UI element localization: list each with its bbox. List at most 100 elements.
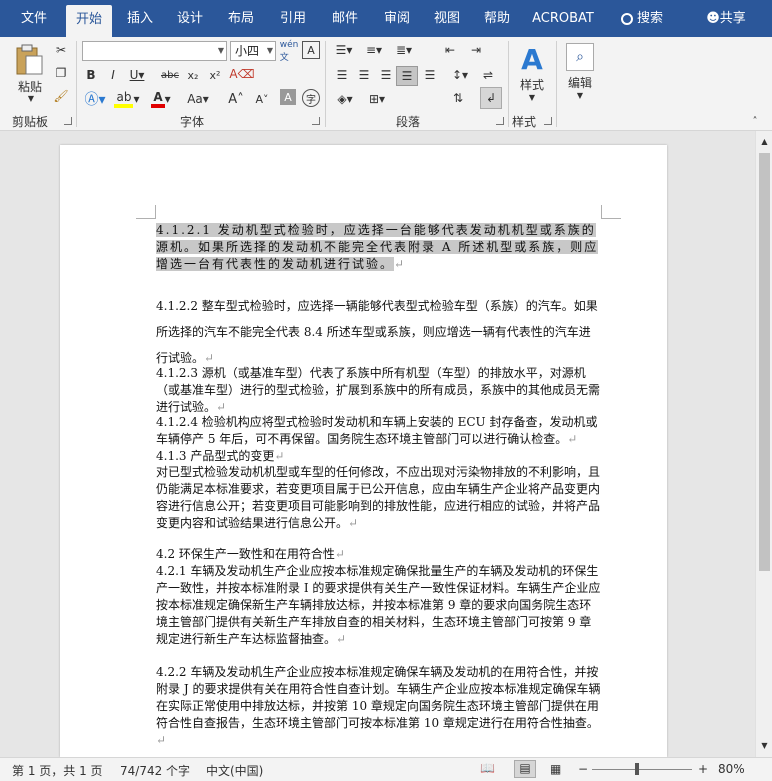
italic-icon[interactable]: I [104,66,122,84]
align-left-icon[interactable]: ☰ [332,66,352,84]
character-shading-icon[interactable]: A [280,89,296,105]
strikethrough-icon[interactable]: abc [158,66,182,84]
paragraph-4-1-2-3[interactable]: 4.1.2.3 源机（或基准车型）代表了系族中所有机型（车型）的排放水平，对源机… [156,365,601,416]
align-center-icon[interactable]: ☰ [354,66,374,84]
align-right-icon[interactable]: ☰ [376,66,396,84]
paste-dropdown-icon[interactable]: ▼ [26,94,36,103]
language-indicator[interactable]: 中文(中国) [206,762,263,779]
heading-4-2[interactable]: 4.2 环保生产一致性和在用符合性↵ [156,546,601,563]
cut-icon[interactable]: ✂ [52,41,70,59]
tab-insert[interactable]: 插入 [118,0,162,37]
sort-icon[interactable]: ⇅ [448,89,468,107]
font-name-combo[interactable]: ▼ [82,41,227,61]
styles-icon[interactable]: A [516,43,548,76]
shrink-font-icon[interactable]: A˅ [252,89,272,109]
tab-help[interactable]: 帮助 [474,0,520,37]
tab-references[interactable]: 引用 [270,0,316,37]
enclose-characters-icon[interactable]: 字 [302,89,320,107]
paragraph-4-1-2-1[interactable]: 4.1.2.1 发动机型式检验时，应选择一台能够代表发动机机型或系族的源机。如果… [156,222,601,273]
editing-label[interactable]: 编辑 [564,75,596,90]
copy-icon[interactable]: ❐ [52,64,70,82]
paragraph-launcher-icon[interactable] [496,117,504,125]
tab-layout[interactable]: 布局 [218,0,264,37]
paragraph-4-1-2-4[interactable]: 4.1.2.4 检验机构应将型式检验时发动机和车辆上安装的 ECU 封存备查，发… [156,414,601,448]
search-icon [620,12,633,25]
paste-button[interactable] [12,43,46,77]
character-border-icon[interactable]: A [302,41,320,59]
distributed-icon[interactable]: ☰ [420,66,440,84]
print-layout-icon[interactable]: ▤ [514,760,536,778]
numbering-icon[interactable]: ≡▾ [362,41,386,59]
paragraph-mark: ↵ [336,632,347,646]
tab-review[interactable]: 审阅 [374,0,420,37]
paragraph-4-1-2-2[interactable]: 4.1.2.2 整车型式检验时，应选择一辆能够代表型式检验车型（系族）的汽车。如… [156,293,601,371]
scroll-down-icon[interactable]: ▼ [759,739,770,751]
styles-launcher-icon[interactable] [544,117,552,125]
editing-dropdown-icon[interactable]: ▼ [575,91,585,100]
vertical-scrollbar[interactable]: ▲ ▼ [755,131,772,757]
web-layout-icon[interactable]: ▦ [550,762,561,776]
paragraph-text: 4.1.2.4 检验机构应将型式检验时发动机和车辆上安装的 ECU 封存备查，发… [156,415,598,446]
word-count[interactable]: 74/742 个字 [120,762,190,779]
status-bar: 第 1 页，共 1 页 74/742 个字 中文(中国) 📖 ▤ ▦ − + 8… [0,757,772,781]
format-painter-icon[interactable]: 🖌 [52,87,70,105]
superscript-icon[interactable]: x² [206,66,224,84]
zoom-out-icon[interactable]: − [578,762,588,776]
zoom-in-icon[interactable]: + [698,762,708,776]
zoom-level[interactable]: 80% [718,762,745,776]
group-separator [508,41,509,127]
paragraph-mark: ↵ [567,432,578,446]
crop-mark [601,205,621,219]
phonetic-guide-icon[interactable]: wén 文 [280,40,299,63]
increase-indent-icon[interactable]: ⇥ [466,41,486,59]
change-case-icon[interactable]: Aa▾ [184,89,212,109]
tab-view[interactable]: 视图 [424,0,470,37]
highlight-color-button[interactable]: ab ▾ [114,89,140,109]
page-count[interactable]: 第 1 页，共 1 页 [12,762,103,779]
grow-font-icon[interactable]: A˄ [226,89,246,109]
tell-me-search[interactable]: 搜索 [614,0,670,37]
clear-formatting-icon[interactable]: A⌫ [229,65,254,83]
paragraph-4-2-2[interactable]: 4.2.2 车辆及发动机生产企业应按本标准规定确保车辆及发动机的在用符合性，并按… [156,664,601,749]
paragraph-text: 4.1.2.2 整车型式检验时，应选择一辆能够代表型式检验车型（系族）的汽车。如… [156,299,598,365]
chinese-layout-icon[interactable]: ⇌ [478,66,498,84]
styles-dropdown-icon[interactable]: ▼ [527,93,537,102]
person-icon: ☻ [706,11,720,26]
decrease-indent-icon[interactable]: ⇤ [440,41,460,59]
multilevel-list-icon[interactable]: ≣▾ [392,41,416,59]
font-launcher-icon[interactable] [312,117,320,125]
bold-icon[interactable]: B [82,66,100,84]
tab-acrobat[interactable]: ACROBAT [528,0,598,37]
subscript-icon[interactable]: x₂ [184,66,202,84]
share-button[interactable]: ☻共享 [700,0,752,37]
tab-design[interactable]: 设计 [168,0,212,37]
font-group-label: 字体 [180,115,205,129]
zoom-slider[interactable] [592,763,692,775]
clipboard-launcher-icon[interactable] [64,117,72,125]
underline-icon[interactable]: U▾ [126,66,148,84]
tab-home[interactable]: 开始 [66,5,112,37]
zoom-slider-thumb[interactable] [635,763,639,775]
text-effects-icon[interactable]: Ⓐ▾ [82,89,108,109]
find-icon[interactable]: ⌕ [566,43,594,71]
scrollbar-thumb[interactable] [759,153,770,571]
line-spacing-icon[interactable]: ↕▾ [448,66,472,84]
heading-4-1-3[interactable]: 4.1.3 产品型式的变更↵ [156,448,601,465]
group-separator [325,41,326,127]
justify-icon[interactable]: ☰ [396,66,418,86]
paragraph-4-2-1[interactable]: 4.2.1 车辆及发动机生产企业应按本标准规定确保批量生产的车辆及发动机的环保生… [156,563,601,648]
read-mode-icon[interactable]: 📖 [480,761,495,775]
paragraph-mark: ↵ [156,733,167,747]
document-page[interactable]: 4.1.2.1 发动机型式检验时，应选择一台能够代表发动机机型或系族的源机。如果… [60,145,667,757]
paragraph-product-change[interactable]: 对已型式检验发动机机型或车型的任何修改，不应出现对污染物排放的不利影响，且仍能满… [156,464,601,532]
collapse-ribbon-icon[interactable]: ˄ [748,115,762,127]
font-color-button[interactable]: A ▾ [148,89,174,109]
font-size-combo[interactable]: 小四 ▼ [230,41,276,61]
show-marks-icon[interactable]: ↲ [480,87,502,109]
bullets-icon[interactable]: ☰▾ [332,41,356,59]
borders-icon[interactable]: ⊞▾ [364,89,390,109]
shading-icon[interactable]: ◈▾ [332,89,358,109]
tab-file[interactable]: 文件 [8,0,60,37]
scroll-up-icon[interactable]: ▲ [759,135,770,147]
tab-mailings[interactable]: 邮件 [322,0,368,37]
